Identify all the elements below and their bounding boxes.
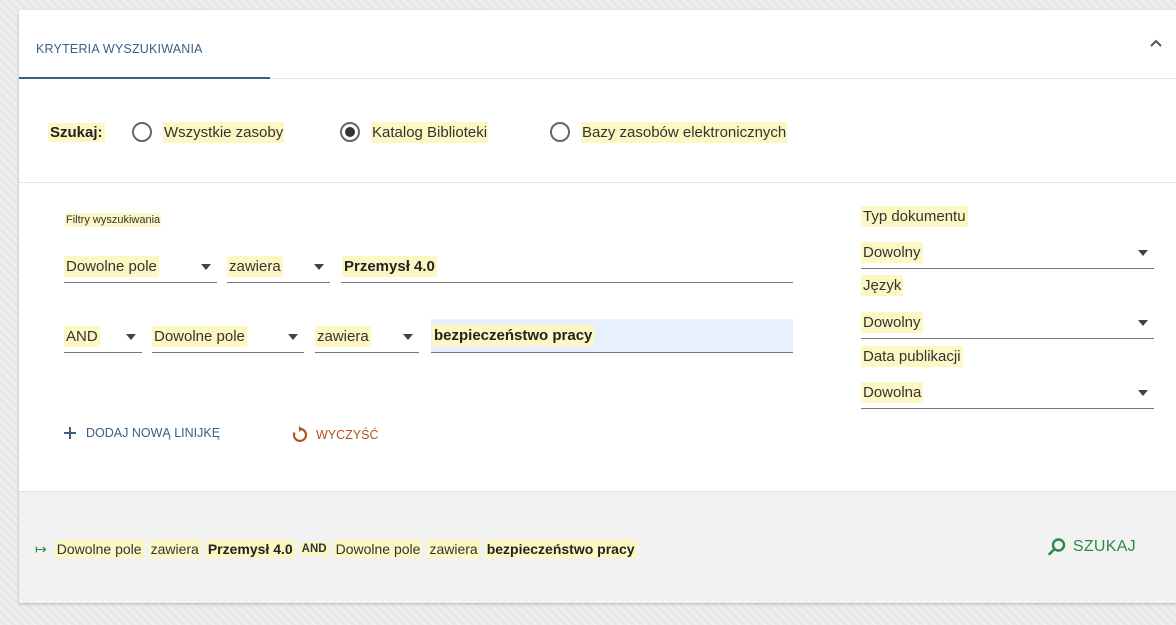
summary-operator: AND bbox=[299, 542, 329, 556]
search-button-label: SZUKAJ bbox=[1072, 538, 1136, 555]
condition-select-value: zawiera bbox=[227, 256, 283, 277]
dropdown-arrow-icon bbox=[201, 263, 211, 270]
condition-select-2[interactable]: zawiera bbox=[315, 321, 419, 353]
reset-icon bbox=[292, 426, 308, 443]
radio-all-resources[interactable]: Wszystkie zasoby bbox=[132, 119, 285, 145]
search-scope: Szukaj: Wszystkie zasoby Katalog Bibliot… bbox=[19, 79, 1176, 183]
radio-checked-icon bbox=[340, 122, 360, 142]
summary-condition: zawiera bbox=[427, 540, 480, 558]
condition-select-value: zawiera bbox=[315, 326, 371, 347]
field-select-value: Dowolne pole bbox=[64, 256, 159, 277]
query-input-value: Przemysł 4.0 bbox=[342, 256, 437, 277]
summary-value: Przemysł 4.0 bbox=[205, 540, 295, 558]
language-select[interactable]: Dowolny bbox=[861, 307, 1154, 339]
radio-electronic-databases[interactable]: Bazy zasobów elektronicznych bbox=[550, 119, 788, 145]
add-new-line-label: DODAJ NOWĄ LINIJKĘ bbox=[86, 426, 221, 440]
dropdown-arrow-icon bbox=[403, 333, 413, 340]
dropdown-arrow-icon bbox=[1138, 389, 1148, 396]
search-icon bbox=[1048, 538, 1066, 556]
scope-label: Szukaj: bbox=[48, 123, 105, 142]
radio-label: Bazy zasobów elektronicznych bbox=[581, 121, 788, 143]
query-summary: ↦ Dowolne pole zawiera Przemysł 4.0 AND … bbox=[35, 540, 642, 558]
doc-type-label: Typ dokumentu bbox=[861, 206, 968, 227]
query-input-1[interactable]: Przemysł 4.0 bbox=[341, 251, 793, 283]
field-select-value: Dowolne pole bbox=[152, 326, 247, 347]
pub-date-select[interactable]: Dowolna bbox=[861, 377, 1154, 409]
tab-label: KRYTERIA WYSZUKIWANIA bbox=[36, 42, 203, 56]
radio-library-catalog[interactable]: Katalog Biblioteki bbox=[340, 119, 489, 145]
collapse-chevron-up-icon[interactable] bbox=[1146, 34, 1166, 54]
tab-bar: KRYTERIA WYSZUKIWANIA bbox=[19, 10, 1176, 79]
dropdown-arrow-icon bbox=[126, 333, 136, 340]
clear-button[interactable]: WYCZYŚĆ bbox=[290, 426, 379, 444]
dropdown-arrow-icon bbox=[1138, 249, 1148, 256]
query-summary-footer: ↦ Dowolne pole zawiera Przemysł 4.0 AND … bbox=[19, 491, 1176, 603]
dropdown-arrow-icon bbox=[1138, 319, 1148, 326]
language-label: Język bbox=[861, 275, 904, 296]
tab-search-criteria[interactable]: KRYTERIA WYSZUKIWANIA bbox=[19, 10, 270, 79]
search-button[interactable]: SZUKAJ bbox=[1047, 537, 1136, 557]
clear-label: WYCZYŚĆ bbox=[316, 428, 379, 442]
pub-date-label: Data publikacji bbox=[861, 346, 963, 367]
operator-select-value: AND bbox=[64, 326, 100, 347]
dropdown-arrow-icon bbox=[314, 263, 324, 270]
field-select-1[interactable]: Dowolne pole bbox=[64, 251, 217, 283]
summary-field: Dowolne pole bbox=[54, 540, 144, 558]
query-input-value: bezpieczeństwo pracy bbox=[432, 325, 595, 346]
field-select-2[interactable]: Dowolne pole bbox=[152, 321, 304, 353]
radio-label: Wszystkie zasoby bbox=[163, 121, 285, 143]
pub-date-value: Dowolna bbox=[861, 382, 924, 403]
condition-select-1[interactable]: zawiera bbox=[227, 251, 330, 283]
summary-value: bezpieczeństwo pracy bbox=[484, 540, 637, 558]
plus-icon bbox=[64, 427, 76, 439]
search-criteria-panel: KRYTERIA WYSZUKIWANIA Szukaj: Wszystkie … bbox=[19, 10, 1176, 603]
radio-circle-icon bbox=[550, 122, 570, 142]
dropdown-arrow-icon bbox=[288, 333, 298, 340]
language-value: Dowolny bbox=[861, 312, 923, 333]
summary-field: Dowolne pole bbox=[333, 540, 423, 558]
summary-condition: zawiera bbox=[148, 540, 201, 558]
arrow-right-icon: ↦ bbox=[35, 540, 47, 557]
filters-title: Filtry wyszukiwania bbox=[65, 213, 162, 227]
doc-type-select[interactable]: Dowolny bbox=[861, 237, 1154, 269]
radio-label: Katalog Biblioteki bbox=[371, 121, 489, 143]
operator-select-2[interactable]: AND bbox=[64, 321, 142, 353]
add-new-line-button[interactable]: DODAJ NOWĄ LINIJKĘ bbox=[63, 426, 220, 440]
query-input-2[interactable]: bezpieczeństwo pracy bbox=[431, 319, 793, 353]
doc-type-value: Dowolny bbox=[861, 242, 923, 263]
radio-circle-icon bbox=[132, 122, 152, 142]
